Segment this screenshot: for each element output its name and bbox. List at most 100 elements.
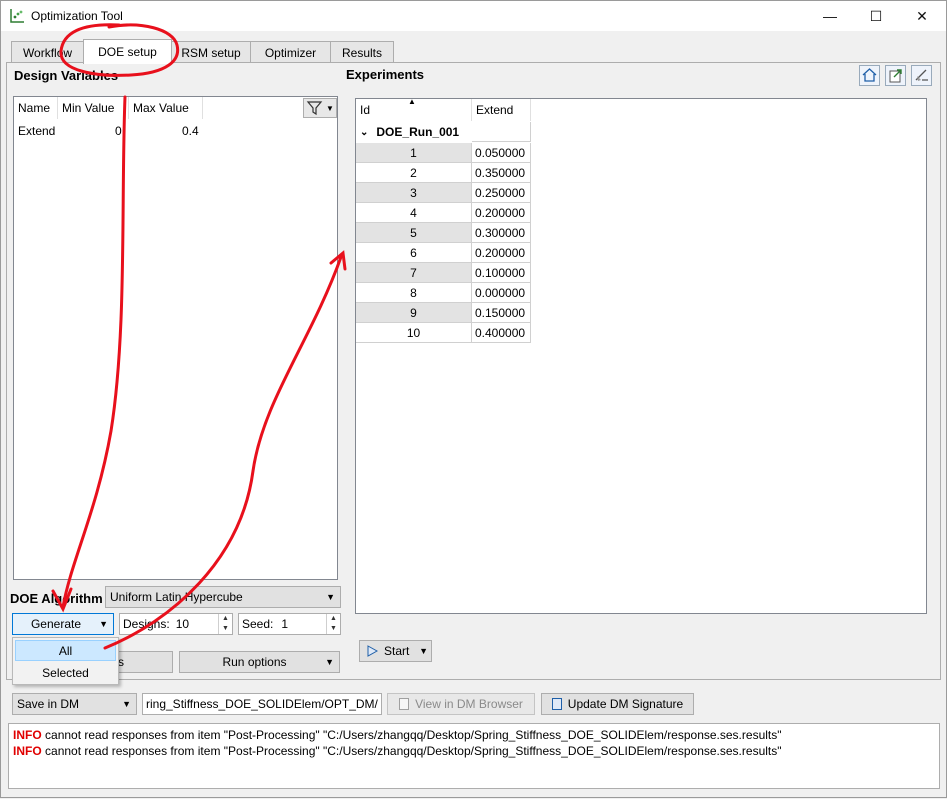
- chevron-down-icon: ⌄: [360, 126, 369, 138]
- table-row-extend[interactable]: 0.400000: [472, 323, 531, 343]
- sort-ascending-icon: ▲: [408, 97, 416, 106]
- designs-label: Designs:: [123, 617, 170, 631]
- log-line: INFO cannot read responses from item "Po…: [13, 728, 935, 744]
- table-row-id[interactable]: 9: [356, 303, 472, 323]
- chevron-down-icon: ▼: [326, 103, 334, 113]
- maximize-button[interactable]: ☐: [853, 1, 899, 31]
- variable-max[interactable]: 0.4: [182, 121, 199, 141]
- log-text: cannot read responses from item "Post-Pr…: [45, 744, 782, 758]
- menu-item-selected[interactable]: Selected: [15, 662, 116, 683]
- seed-spinbox[interactable]: Seed: 1 ▲ ▼: [238, 613, 341, 635]
- table-row-extend[interactable]: 0.300000: [472, 223, 531, 243]
- column-header-max-value[interactable]: Max Value: [129, 97, 203, 119]
- filter-button[interactable]: ▼: [303, 98, 337, 118]
- doe-algorithm-select[interactable]: Uniform Latin Hypercube ▼: [105, 586, 341, 608]
- column-header-id[interactable]: Id ▲: [356, 97, 472, 121]
- save-in-dm-value: Save in DM: [17, 697, 80, 711]
- generate-button[interactable]: Generate ▼: [12, 613, 114, 635]
- table-row-id[interactable]: 1: [356, 143, 472, 163]
- table-row-id[interactable]: 3: [356, 183, 472, 203]
- header-label: Extend: [476, 103, 514, 117]
- minimize-button[interactable]: —: [807, 1, 853, 31]
- tab-results[interactable]: Results: [330, 41, 394, 63]
- message-log[interactable]: INFO cannot read responses from item "Po…: [8, 723, 940, 789]
- table-row-id[interactable]: 2: [356, 163, 472, 183]
- table-row-extend[interactable]: 0.050000: [472, 143, 531, 163]
- spin-arrows-icon[interactable]: ▲ ▼: [218, 614, 232, 634]
- start-label: Start: [384, 644, 410, 658]
- minimize-icon: —: [823, 8, 837, 24]
- close-icon: ✕: [916, 7, 928, 24]
- table-row-id[interactable]: 6: [356, 243, 472, 263]
- doe-algorithm-value: Uniform Latin Hypercube: [110, 590, 243, 604]
- tab-optimizer[interactable]: Optimizer: [250, 41, 331, 63]
- group-row[interactable]: ⌄ DOE_Run_001: [360, 122, 459, 142]
- maximize-icon: ☐: [869, 7, 883, 24]
- menu-item-all[interactable]: All: [15, 640, 116, 661]
- table-row-id[interactable]: 8: [356, 283, 472, 303]
- header-label: Id: [360, 103, 371, 117]
- app-chart-icon: [10, 9, 24, 23]
- column-header-name[interactable]: Name: [14, 97, 58, 119]
- tab-doe-setup[interactable]: DOE setup: [83, 39, 172, 64]
- seed-label: Seed:: [242, 617, 274, 631]
- spin-arrows-icon[interactable]: ▲ ▼: [326, 614, 340, 634]
- clear-icon-button[interactable]: [911, 65, 932, 86]
- clear-icon: [915, 69, 928, 81]
- column-header-extend[interactable]: Extend: [472, 99, 531, 121]
- dm-path-input[interactable]: ring_Stiffness_DOE_SOLIDElem/OPT_DM/: [142, 693, 382, 715]
- design-variables-title: Design Variables: [14, 68, 119, 83]
- tab-rsm-setup[interactable]: RSM setup: [171, 41, 251, 63]
- designs-spinbox[interactable]: Designs: 10 ▲ ▼: [119, 613, 233, 635]
- table-row-extend[interactable]: 0.000000: [472, 283, 531, 303]
- generate-label: Generate: [30, 617, 82, 631]
- table-row-extend[interactable]: 0.200000: [472, 243, 531, 263]
- table-row-extend[interactable]: 0.200000: [472, 203, 531, 223]
- table-row-id[interactable]: 7: [356, 263, 472, 283]
- table-row-extend[interactable]: 0.150000: [472, 303, 531, 323]
- experiments-table[interactable]: Id ▲ Extend ⌄ DOE_Run_001 1 0.050000 2 0…: [355, 97, 927, 614]
- header-label: Min Value: [62, 101, 115, 115]
- design-variables-table[interactable]: Name Min Value Max Value ▼ Extend 0. 0.4: [13, 96, 338, 580]
- doe-algorithm-label: DOE Algorithm: [10, 591, 103, 606]
- tab-label: Optimizer: [264, 45, 317, 60]
- log-level: INFO: [13, 728, 42, 742]
- header-label: Max Value: [133, 101, 189, 115]
- variable-min[interactable]: 0.: [115, 121, 125, 141]
- log-line: INFO cannot read responses from item "Po…: [13, 744, 935, 760]
- log-text: cannot read responses from item "Post-Pr…: [45, 728, 782, 742]
- filter-icon: [306, 101, 323, 116]
- tab-bar: Workflow DOE setup RSM setup Optimizer R…: [1, 39, 946, 64]
- close-button[interactable]: ✕: [899, 1, 945, 31]
- experiments-title: Experiments: [346, 67, 425, 82]
- play-icon: [367, 645, 378, 657]
- table-row-id[interactable]: 4: [356, 203, 472, 223]
- table-row-extend[interactable]: 0.250000: [472, 183, 531, 203]
- save-in-dm-select[interactable]: Save in DM ▼: [12, 693, 137, 715]
- table-row-extend[interactable]: 0.350000: [472, 163, 531, 183]
- variable-name[interactable]: Extend: [18, 121, 55, 141]
- tab-label: DOE setup: [98, 45, 157, 59]
- group-extend-cell: [472, 122, 531, 142]
- tab-workflow[interactable]: Workflow: [11, 41, 84, 63]
- chevron-down-icon: ▼: [325, 657, 334, 667]
- home-icon-button[interactable]: [859, 65, 880, 86]
- generate-menu: All Selected: [12, 637, 119, 685]
- start-button[interactable]: Start ▼: [359, 640, 432, 662]
- update-dm-signature-label: Update DM Signature: [567, 697, 684, 711]
- export-icon-button[interactable]: [885, 65, 906, 86]
- dm-path-value: ring_Stiffness_DOE_SOLIDElem/OPT_DM/: [146, 697, 378, 711]
- optimization-tool-window: Optimization Tool — ☐ ✕ Workflow DOE set…: [0, 0, 947, 798]
- column-header-min-value[interactable]: Min Value: [58, 97, 129, 119]
- run-options-button[interactable]: Run options ▼: [179, 651, 340, 673]
- table-row-id[interactable]: 5: [356, 223, 472, 243]
- chevron-down-icon: ▼: [419, 646, 428, 656]
- view-in-dm-browser-button[interactable]: View in DM Browser: [387, 693, 535, 715]
- update-dm-signature-button[interactable]: Update DM Signature: [541, 693, 694, 715]
- document-icon: [399, 698, 410, 710]
- tab-label: Workflow: [22, 45, 73, 60]
- designs-value: 10: [175, 617, 190, 631]
- table-row-id[interactable]: 10: [356, 323, 472, 343]
- table-row-extend[interactable]: 0.100000: [472, 263, 531, 283]
- run-options-label: Run options: [222, 655, 287, 669]
